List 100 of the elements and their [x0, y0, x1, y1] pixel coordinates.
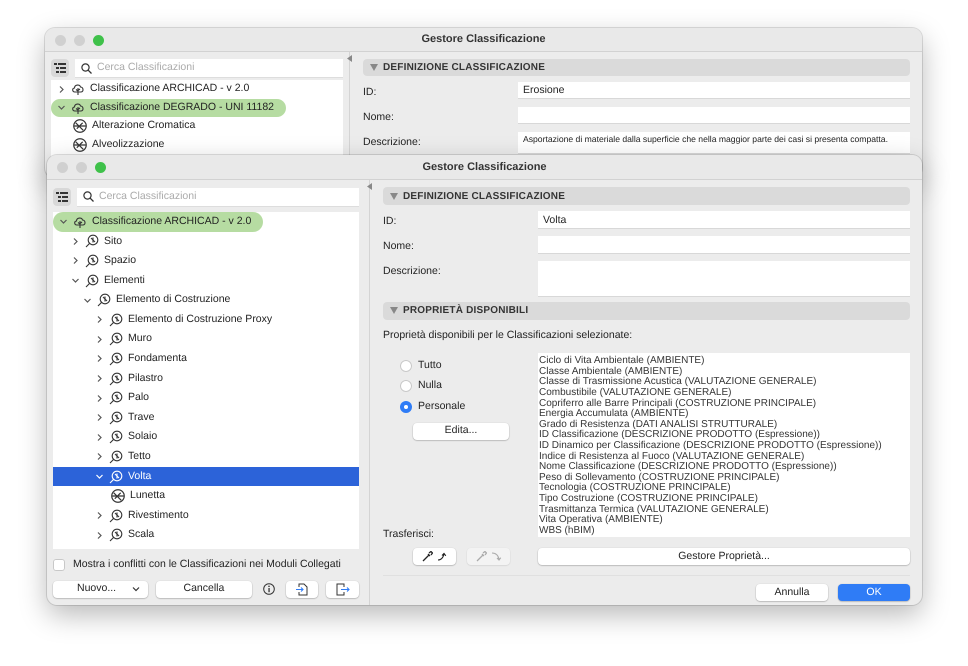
- chevron-right-icon[interactable]: [95, 530, 104, 540]
- ok-button[interactable]: OK: [838, 584, 910, 602]
- list-icon: [54, 63, 66, 73]
- tree-icon: [71, 82, 85, 96]
- field-label: Descrizione:: [363, 134, 422, 150]
- chevron-down-icon[interactable]: [83, 296, 92, 305]
- window-title: Gestore Classificazione: [422, 160, 547, 175]
- tree-item[interactable]: Classificazione ARCHICAD - v 2.0: [51, 80, 262, 98]
- list-item[interactable]: Trasmittanza Termica (VALUTAZIONE GENERALE): [539, 504, 909, 516]
- tree-item[interactable]: Sito: [53, 232, 134, 252]
- checkbox[interactable]: [53, 558, 65, 571]
- radio-label: Tutto: [418, 358, 442, 373]
- edit-button[interactable]: Edita...: [413, 422, 509, 440]
- tree-item[interactable]: Pilastro: [53, 368, 176, 388]
- list-item[interactable]: ID Dinamico per Classificazione (DESCRIZIONE PRODOTTO (Espressione)): [539, 441, 909, 452]
- delete-button[interactable]: Cancella: [156, 580, 252, 598]
- chevron-right-icon[interactable]: [95, 374, 104, 384]
- text-field[interactable]: Erosione: [518, 82, 910, 98]
- disclosure-triangle-icon: [390, 192, 398, 200]
- splitter-handle-icon[interactable]: [347, 55, 352, 62]
- field-label: ID:: [363, 85, 378, 100]
- tree-item[interactable]: Palo: [53, 388, 162, 408]
- list-item[interactable]: Combustibile (VALUTAZIONE GENERALE): [539, 388, 909, 399]
- export-button[interactable]: [326, 580, 359, 598]
- search-icon: [83, 191, 94, 202]
- list-item[interactable]: WBS (hBIM): [539, 526, 909, 536]
- chevron-right-icon[interactable]: [57, 84, 66, 94]
- tree-item[interactable]: Rivestimento: [53, 506, 201, 526]
- tree-item[interactable]: Volta: [53, 466, 359, 486]
- tree-item[interactable]: Fondamenta: [53, 349, 199, 369]
- chevron-right-icon[interactable]: [95, 394, 104, 403]
- chevron-right-icon[interactable]: [95, 432, 104, 442]
- chevron-right-icon[interactable]: [95, 354, 104, 364]
- tree-item[interactable]: Classificazione ARCHICAD - v 2.0: [53, 212, 264, 232]
- list-item[interactable]: Vita Operativa (AMBIENTE): [539, 515, 909, 526]
- splitter-handle-icon[interactable]: [367, 183, 372, 190]
- caption-text: Proprietà disponibili per le Classificazioni selezionate:: [383, 328, 634, 342]
- chevron-down-icon[interactable]: [59, 217, 68, 226]
- radio-button[interactable]: [400, 360, 412, 372]
- list-item[interactable]: Copriferro alle Barre Principali (COSTRUZIONE PRINCIPALE): [539, 398, 909, 410]
- tree-item[interactable]: Scala: [53, 526, 166, 546]
- section-header[interactable]: DEFINIZIONE CLASSIFICAZIONE: [383, 187, 910, 205]
- tree-item[interactable]: Elementi: [53, 270, 157, 290]
- tree-item[interactable]: Tetto: [53, 447, 163, 467]
- list-item[interactable]: Indice di Resistenza al Fuoco (VALUTAZIONE GENERALE): [539, 452, 909, 462]
- hatched-circle-icon: [73, 119, 87, 134]
- new-button[interactable]: Nuovo...: [53, 580, 148, 598]
- cancel-button[interactable]: Annulla: [756, 584, 828, 602]
- description-field[interactable]: Asportazione di materiale dalla superficie che nella maggior parte dei casi si presenta compatta.: [518, 132, 910, 152]
- chevron-down-icon[interactable]: [71, 276, 80, 286]
- tree-item[interactable]: Elemento di Costruzione: [53, 290, 242, 310]
- tree-item[interactable]: Solaio: [53, 428, 170, 448]
- chevron-right-icon[interactable]: [95, 511, 104, 520]
- curved-arrow-down-icon: [490, 551, 502, 562]
- chevron-right-icon[interactable]: [95, 334, 104, 344]
- tree-item[interactable]: Alveolizzazione: [51, 136, 176, 154]
- field-label: Nome:: [363, 110, 395, 125]
- property-manager-button[interactable]: Gestore Proprietà...: [538, 548, 910, 566]
- chevron-right-icon[interactable]: [95, 452, 104, 462]
- transfer-button[interactable]: [413, 548, 456, 566]
- text-field[interactable]: Volta: [538, 211, 910, 228]
- arrow-out-of-document-icon: [335, 582, 350, 596]
- list-item[interactable]: Nome Classificazione (DESCRIZIONE PRODOTTO (Espressione)): [539, 462, 909, 473]
- chevron-down-icon[interactable]: [95, 472, 104, 482]
- tree-item[interactable]: Alterazione Cromatica: [51, 117, 208, 136]
- chevron-down-icon[interactable]: [57, 103, 66, 112]
- arrow-into-document-icon: [294, 582, 309, 596]
- hatched-circle-icon: [73, 138, 87, 152]
- list-item[interactable]: Ciclo di Vita Ambientale (AMBIENTE): [539, 356, 909, 367]
- list-item[interactable]: Energia Accumulata (AMBIENTE): [539, 409, 909, 420]
- sidebar-toggle-button[interactable]: [51, 59, 69, 77]
- tree-item[interactable]: Trave: [53, 408, 166, 428]
- text-field[interactable]: [538, 236, 910, 253]
- sidebar-toggle-button[interactable]: [53, 188, 71, 206]
- radio-label: Nulla: [418, 378, 442, 394]
- list-item[interactable]: ID Classificazione (DESCRIZIONE PRODOTTO (Espressione)): [539, 430, 909, 441]
- list-item[interactable]: Tipo Costruzione (COSTRUZIONE PRINCIPALE): [539, 494, 909, 505]
- list-item[interactable]: Classe di Trasmissione Acustica (VALUTAZIONE GENERALE): [539, 377, 909, 388]
- tree-item[interactable]: Muro: [53, 330, 164, 350]
- tree-item[interactable]: Classificazione DEGRADO - UNI 11182: [51, 98, 286, 117]
- list-item[interactable]: Peso di Sollevamento (COSTRUZIONE PRINCIPALE): [539, 472, 909, 484]
- list-item[interactable]: Classe Ambientale (AMBIENTE): [539, 366, 909, 378]
- section-header[interactable]: DEFINIZIONE CLASSIFICAZIONE: [363, 59, 910, 76]
- list-item[interactable]: Tecnologia (COSTRUZIONE PRINCIPALE): [539, 483, 909, 494]
- radio-button[interactable]: [400, 400, 412, 412]
- radio-button[interactable]: [400, 380, 412, 392]
- chevron-right-icon[interactable]: [71, 256, 80, 266]
- chevron-right-icon[interactable]: [95, 413, 104, 422]
- tree-item[interactable]: Lunetta: [53, 486, 178, 506]
- section-header[interactable]: PROPRIETÀ DISPONIBILI: [383, 302, 910, 320]
- list-item[interactable]: Grado di Resistenza (DATI ANALISI STRUTTURALE): [539, 420, 909, 430]
- import-button[interactable]: [286, 580, 318, 598]
- eyedropper-icon: [476, 551, 486, 562]
- tree-item[interactable]: Spazio: [53, 251, 148, 271]
- text-field[interactable]: [518, 106, 910, 123]
- hatched-circle-icon: [111, 489, 125, 504]
- chevron-right-icon[interactable]: [71, 236, 80, 246]
- description-field[interactable]: [538, 260, 910, 296]
- tree-item[interactable]: Elemento di Costruzione Proxy: [53, 310, 284, 330]
- chevron-right-icon[interactable]: [95, 315, 104, 324]
